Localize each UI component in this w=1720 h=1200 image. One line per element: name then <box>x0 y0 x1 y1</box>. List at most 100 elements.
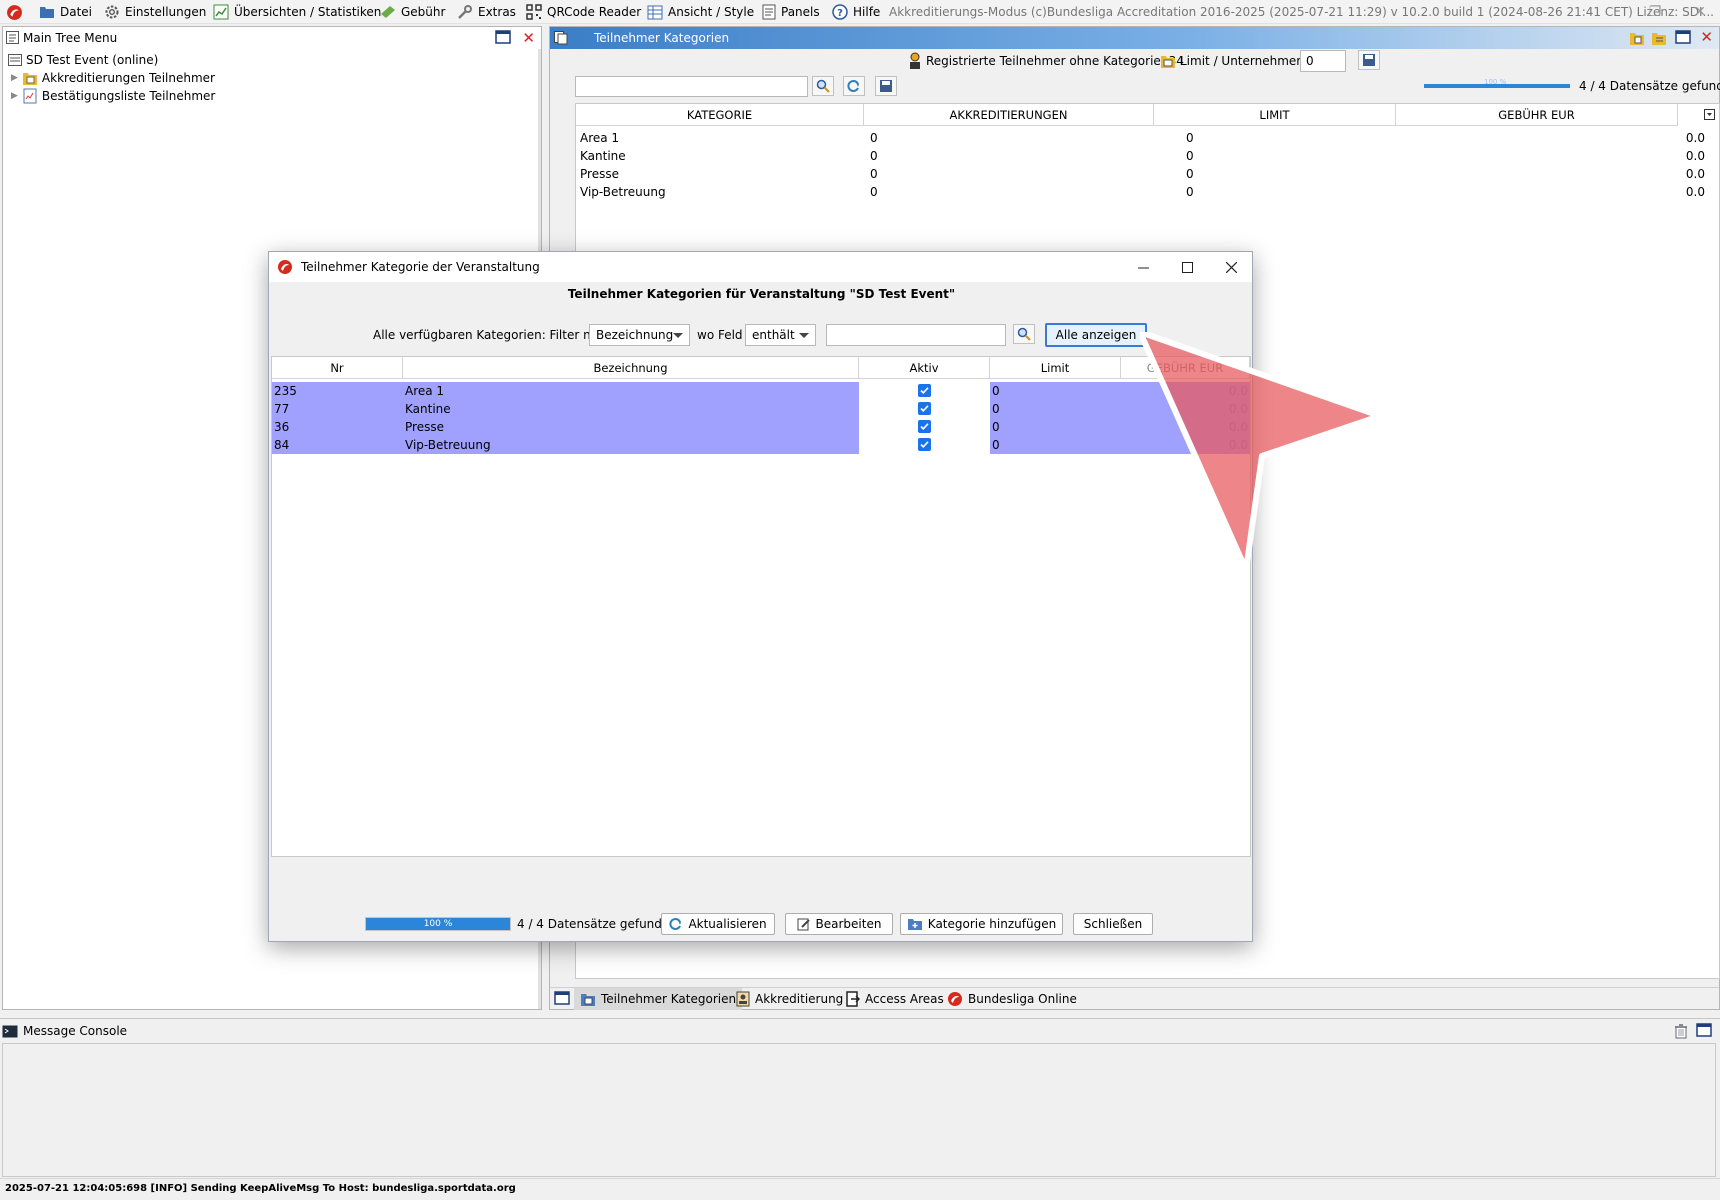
col-header-limit[interactable]: LIMIT <box>1154 104 1396 126</box>
limit-input[interactable]: 0 <box>1300 50 1346 72</box>
panel-cell-kategorie[interactable]: Presse <box>580 165 619 183</box>
dialog-title: Teilnehmer Kategorie der Veranstaltung <box>301 260 540 274</box>
add-category-button[interactable]: Kategorie hinzufügen <box>900 913 1063 935</box>
panel-cell-limit[interactable]: 0 <box>1186 183 1194 201</box>
panel-cell-akkreditierungen[interactable]: 0 <box>870 165 878 183</box>
panel-cell-akkreditierungen[interactable]: 0 <box>870 129 878 147</box>
restore-window-button[interactable]: ❐ <box>1640 2 1670 22</box>
maximize-panel-icon[interactable] <box>1675 30 1691 44</box>
dialog-table-row[interactable]: 77Kantine00.0 <box>272 400 1250 418</box>
checkbox-checked-icon[interactable] <box>918 438 931 451</box>
close-panel-icon[interactable]: ✕ <box>1700 28 1713 46</box>
expand-arrow-icon[interactable]: ▶ <box>11 91 18 101</box>
kategorie-dialog: Teilnehmer Kategorie der Veranstaltung T… <box>268 251 1253 942</box>
menu-qrcode[interactable]: QRCode Reader <box>526 0 641 24</box>
filter-text-input[interactable] <box>826 324 1006 346</box>
status-bar: 2025-07-21 12:04:05:698 [INFO] Sending K… <box>0 1178 1720 1200</box>
col-header-aktiv[interactable]: Aktiv <box>859 357 990 379</box>
minimize-icon[interactable] <box>1121 252 1165 282</box>
dialog-progress-bar: 100 % <box>366 918 510 930</box>
panel-cell-akkreditierungen[interactable]: 0 <box>870 147 878 165</box>
panel-doc-icon <box>554 31 568 45</box>
save-button[interactable] <box>875 76 897 96</box>
col-header-limit[interactable]: Limit <box>990 357 1121 379</box>
col-header-akkreditierungen[interactable]: AKKREDITIERUNGEN <box>864 104 1154 126</box>
filter-search-button[interactable] <box>1013 324 1035 344</box>
maximize-panel-icon[interactable] <box>1696 1023 1712 1037</box>
close-button[interactable]: Schließen <box>1073 913 1153 935</box>
refresh-button[interactable]: Aktualisieren <box>661 913 775 935</box>
dialog-heading: Teilnehmer Kategorien für Veranstaltung … <box>567 287 956 301</box>
menu-einstellungen[interactable]: Einstellungen <box>104 0 206 24</box>
panel-cell-kategorie[interactable]: Kantine <box>580 147 626 165</box>
column-settings-icon[interactable] <box>1704 109 1715 120</box>
menu-datei[interactable]: Datei <box>39 0 92 24</box>
panel-cell-kategorie[interactable]: Area 1 <box>580 129 619 147</box>
dialog-titlebar[interactable]: Teilnehmer Kategorie der Veranstaltung <box>269 252 1252 282</box>
trash-icon[interactable] <box>1673 1023 1689 1039</box>
close-panel-icon[interactable]: ✕ <box>522 29 535 47</box>
search-input[interactable] <box>575 76 808 97</box>
close-window-button[interactable]: ✕ <box>1685 2 1715 22</box>
operator-select[interactable]: enthält <box>745 324 816 346</box>
console-output[interactable] <box>2 1043 1716 1177</box>
panel-cell-limit[interactable]: 0 <box>1186 165 1194 183</box>
menu-panels[interactable]: Panels <box>762 0 820 24</box>
tree-item-akkreditierungen[interactable]: ▶ Akkreditierungen Teilnehmer <box>11 69 215 87</box>
checkbox-checked-icon[interactable] <box>918 402 931 415</box>
panel-cell-limit[interactable]: 0 <box>1186 129 1194 147</box>
save-limit-button[interactable] <box>1358 50 1380 70</box>
add-category-label: Kategorie hinzufügen <box>927 917 1057 931</box>
refresh-button[interactable] <box>843 76 865 96</box>
menu-extras[interactable]: Extras <box>457 0 516 24</box>
cell-nr: 84 <box>274 438 290 452</box>
panel-cell-gebuehr[interactable]: 0.0 <box>1686 165 1705 183</box>
show-all-button[interactable]: Alle anzeigen <box>1045 323 1147 347</box>
panel-cell-gebuehr[interactable]: 0.0 <box>1686 129 1705 147</box>
table-icon <box>647 5 663 19</box>
app-logo-icon[interactable] <box>6 0 23 24</box>
filter-field-select[interactable]: Bezeichnung <box>589 324 690 346</box>
money-icon <box>381 6 395 18</box>
tree-root[interactable]: SD Test Event (online) <box>8 51 158 69</box>
checkbox-checked-icon[interactable] <box>918 384 931 397</box>
edit-icon <box>797 918 810 931</box>
person-badge-icon <box>910 52 920 69</box>
checkbox-checked-icon[interactable] <box>918 420 931 433</box>
tab-access-areas[interactable]: Access Areas <box>840 988 950 1010</box>
col-header-nr[interactable]: Nr <box>272 357 403 379</box>
close-icon[interactable] <box>1209 252 1253 282</box>
search-button[interactable] <box>812 76 834 96</box>
menu-uebersichten[interactable]: Übersichten / Statistiken <box>213 0 381 24</box>
cell-limit: 0 <box>992 402 1000 416</box>
maximize-panel-icon[interactable] <box>495 30 511 44</box>
qrcode-icon <box>526 4 542 20</box>
panel-cell-limit[interactable]: 0 <box>1186 147 1194 165</box>
dialog-table-row[interactable]: 36Presse00.0 <box>272 418 1250 436</box>
cell-bezeichnung: Area 1 <box>405 384 445 398</box>
maximize-panel-icon[interactable] <box>554 991 570 1005</box>
panel-cell-akkreditierungen[interactable]: 0 <box>870 183 878 201</box>
col-header-gebuehr[interactable]: GEBÜHR EUR <box>1396 104 1678 126</box>
expand-arrow-icon[interactable]: ▶ <box>11 73 18 83</box>
export-icon[interactable] <box>1629 30 1645 46</box>
menu-ansicht[interactable]: Ansicht / Style <box>647 0 754 24</box>
tab-bundesliga-online[interactable]: Bundesliga Online <box>941 988 1083 1010</box>
registered-without-category: Registrierte Teilnehmer ohne Kategorie: … <box>926 54 1184 68</box>
folder-icon[interactable] <box>1651 30 1667 46</box>
panel-cell-gebuehr[interactable]: 0.0 <box>1686 183 1705 201</box>
tree-panel-icon <box>6 31 19 44</box>
tree-item-bestaetigungsliste[interactable]: ▶ Bestätigungsliste Teilnehmer <box>11 87 215 105</box>
dialog-table-row[interactable]: 235Area 100.0 <box>272 382 1250 400</box>
maximize-icon[interactable] <box>1165 252 1209 282</box>
edit-button[interactable]: Bearbeiten <box>785 913 893 935</box>
panel-cell-gebuehr[interactable]: 0.0 <box>1686 147 1705 165</box>
menu-hilfe[interactable]: ? Hilfe <box>832 0 880 24</box>
col-header-bezeichnung[interactable]: Bezeichnung <box>403 357 859 379</box>
panel-cell-kategorie[interactable]: Vip-Betreuung <box>580 183 666 201</box>
menu-gebuehr[interactable]: Gebühr <box>380 0 445 24</box>
col-header-kategorie[interactable]: KATEGORIE <box>576 104 864 126</box>
dialog-table-row[interactable]: 84Vip-Betreuung00.0 <box>272 436 1250 454</box>
tab-akkreditierung[interactable]: Akkreditierung <box>730 988 849 1010</box>
tab-teilnehmer-kategorien[interactable]: Teilnehmer Kategorien <box>574 988 743 1010</box>
